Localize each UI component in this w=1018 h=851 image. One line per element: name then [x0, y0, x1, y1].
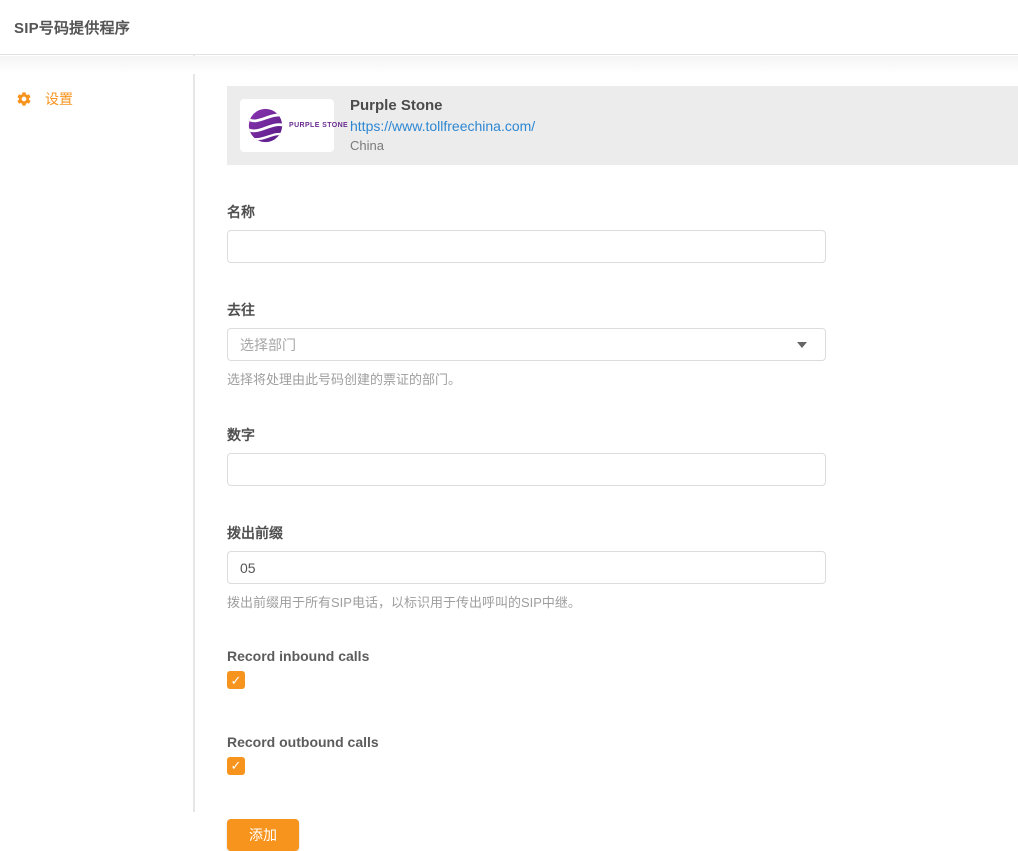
number-field-group: 数字	[227, 425, 826, 486]
provider-card: PURPLE STONE Purple Stone https://www.to…	[227, 86, 1018, 165]
gear-icon	[16, 91, 32, 107]
record-outbound-label: Record outbound calls	[227, 734, 826, 750]
record-inbound-checkbox[interactable]	[227, 671, 245, 689]
chevron-down-icon	[797, 342, 807, 348]
number-label: 数字	[227, 425, 826, 445]
page-title: SIP号码提供程序	[14, 17, 130, 38]
department-select-placeholder: 选择部门	[240, 335, 296, 355]
to-label: 去往	[227, 300, 826, 320]
provider-logo-wordmark: PURPLE STONE	[289, 122, 348, 129]
name-input[interactable]	[227, 230, 826, 263]
submit-row: 添加	[227, 819, 826, 851]
provider-logo: PURPLE STONE	[240, 99, 334, 152]
add-button[interactable]: 添加	[227, 819, 299, 851]
record-outbound-group: Record outbound calls	[227, 734, 826, 776]
record-inbound-group: Record inbound calls	[227, 648, 826, 690]
provider-country: China	[350, 136, 535, 156]
provider-name: Purple Stone	[350, 96, 535, 116]
app-shell: 设置	[0, 55, 1018, 819]
name-field-group: 名称	[227, 202, 826, 263]
to-field-group: 去往 选择部门 选择将处理由此号码创建的票证的部门。	[227, 300, 826, 388]
provider-info: Purple Stone https://www.tollfreechina.c…	[350, 96, 535, 156]
top-bar: SIP号码提供程序	[0, 0, 1018, 55]
department-select[interactable]: 选择部门	[227, 328, 826, 361]
number-input[interactable]	[227, 453, 826, 486]
sidebar-item-settings[interactable]: 设置	[0, 81, 195, 117]
record-inbound-label: Record inbound calls	[227, 648, 826, 664]
prefix-label: 拨出前缀	[227, 523, 826, 543]
sip-number-form: 名称 去往 选择部门 选择将处理由此号码创建的票证的部门。 数字 拨出前缀 拨出…	[227, 202, 826, 851]
prefix-helper-text: 拨出前缀用于所有SIP电话，以标识用于传出呼叫的SIP中继。	[227, 592, 826, 611]
provider-url-link[interactable]: https://www.tollfreechina.com/	[350, 116, 535, 136]
sidebar: 设置	[0, 55, 195, 819]
purple-stone-sphere-icon	[247, 107, 284, 144]
record-outbound-checkbox[interactable]	[227, 757, 245, 775]
prefix-input[interactable]	[227, 551, 826, 584]
name-label: 名称	[227, 202, 826, 222]
to-helper-text: 选择将处理由此号码创建的票证的部门。	[227, 369, 826, 388]
main-content: PURPLE STONE Purple Stone https://www.to…	[195, 55, 1018, 819]
prefix-field-group: 拨出前缀 拨出前缀用于所有SIP电话，以标识用于传出呼叫的SIP中继。	[227, 523, 826, 611]
sidebar-item-label: 设置	[45, 89, 73, 109]
